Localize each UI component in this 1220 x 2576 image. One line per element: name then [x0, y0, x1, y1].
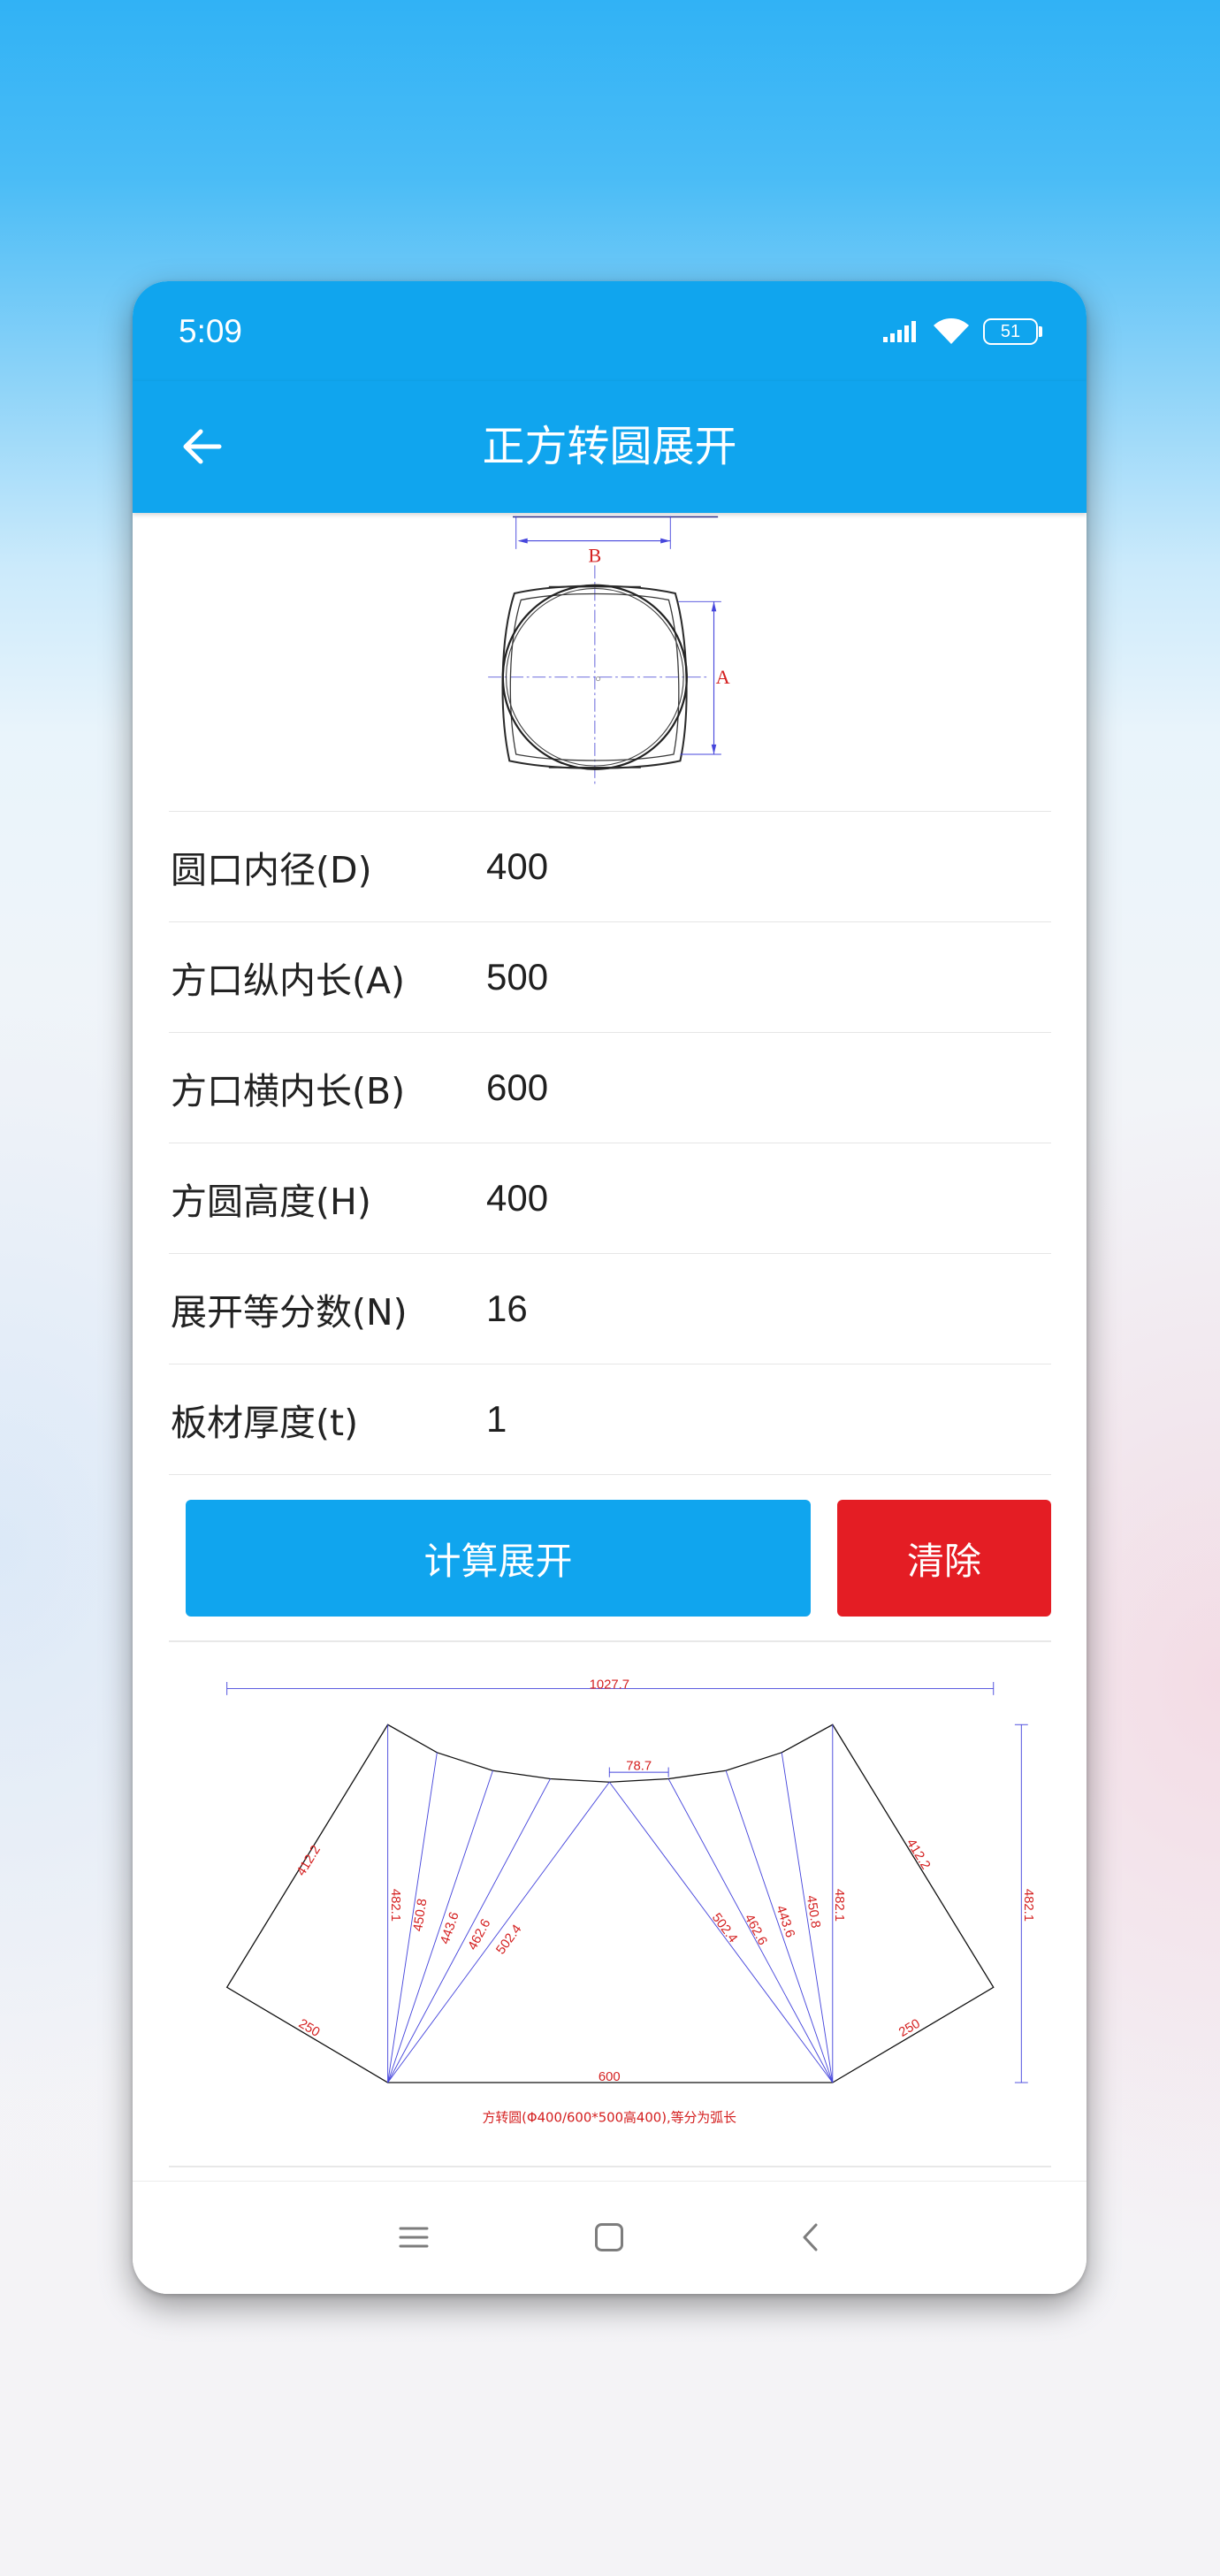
fan-label-left-1: 482.1 — [388, 1889, 402, 1922]
dimension-b-label: B — [588, 545, 601, 567]
square-to-round-section-diagram: B A — [488, 516, 730, 786]
fan-label-right-5: 482.1 — [832, 1889, 846, 1922]
clear-button[interactable]: 清除 — [837, 1500, 1051, 1617]
status-time: 5:09 — [179, 313, 243, 349]
system-back-button[interactable] — [783, 2211, 836, 2264]
arrowhead — [517, 538, 528, 544]
height-label: 482.1 — [1021, 1889, 1035, 1922]
field-label: 方圆高度(H) — [171, 1181, 371, 1223]
form-row-divisions: 展开等分数(N) — [169, 1253, 1051, 1364]
unfolded-pattern-drawing: 1027.7 78.7 482.1 600 412.2 412.2 250 25… — [225, 1678, 1035, 2126]
fan-label-left-5: 502.4 — [494, 1922, 525, 1957]
divider — [169, 1640, 1051, 1642]
form-row-thickness: 板材厚度(t) — [169, 1364, 1051, 1475]
fan-label-left-4: 462.6 — [466, 1917, 494, 1953]
field-label: 圆口内径(D) — [171, 849, 372, 891]
system-navigation-bar — [133, 2181, 1087, 2294]
battery-nub — [1039, 326, 1042, 337]
left-side-label: 412.2 — [294, 1843, 324, 1878]
page-title: 正方转圆展开 — [482, 422, 737, 471]
thickness-input[interactable] — [486, 1398, 1017, 1441]
fan-label-left-2: 450.8 — [411, 1898, 430, 1932]
center-mark — [595, 676, 601, 682]
right-bottom-label: 250 — [896, 2017, 922, 2040]
fan-label-left-3: 443.6 — [438, 1910, 462, 1945]
fan-line-left-4 — [387, 1778, 551, 2083]
arrow-left-icon — [183, 429, 222, 464]
base-label: 600 — [599, 2070, 621, 2084]
form-row-square-length-b: 方口横内长(B) — [169, 1032, 1051, 1143]
fan-label-right-1: 502.4 — [709, 1911, 740, 1945]
battery-level: 51 — [1000, 322, 1021, 341]
pattern-outline — [225, 1724, 995, 2083]
square-length-a-input[interactable] — [486, 956, 1017, 998]
fan-label-right-3: 443.6 — [773, 1904, 797, 1939]
form-row-height: 方圆高度(H) — [169, 1143, 1051, 1253]
arrowhead — [711, 601, 717, 612]
field-label: 方口纵内长(A) — [171, 959, 406, 1002]
fan-label-right-2: 462.6 — [742, 1912, 770, 1947]
height-input[interactable] — [486, 1177, 1017, 1219]
arrowhead — [711, 744, 717, 754]
right-side-label: 412.2 — [904, 1837, 933, 1872]
recent-apps-button[interactable] — [387, 2211, 440, 2264]
battery-icon: 51 — [983, 318, 1038, 345]
status-bar: 5:09 51 — [133, 281, 1087, 381]
fan-line-left-5 — [387, 1781, 610, 2083]
field-label: 方口横内长(B) — [171, 1070, 406, 1112]
home-button[interactable] — [583, 2211, 636, 2264]
fan-label-right-4: 450.8 — [804, 1894, 822, 1929]
overall-width-label: 1027.7 — [590, 1678, 629, 1692]
divisions-input[interactable] — [486, 1288, 1017, 1330]
field-label: 展开等分数(N) — [171, 1291, 408, 1334]
form-row-square-length-a: 方口纵内长(A) — [169, 921, 1051, 1032]
arc-chord-label: 78.7 — [626, 1759, 652, 1773]
home-icon — [595, 2223, 623, 2251]
drawing-caption: 方转圆(Φ400/600*500高400),等分为弧长 — [483, 2110, 736, 2126]
back-button[interactable] — [172, 417, 232, 477]
menu-icon — [399, 2227, 429, 2248]
parameter-form: 圆口内径(D) 方口纵内长(A) 方口横内长(B) 方圆高度(H) 展开等分数(… — [169, 811, 1051, 1475]
left-bottom-label: 250 — [296, 2017, 322, 2040]
dimension-a-label: A — [716, 666, 730, 688]
calculate-button[interactable]: 计算展开 — [186, 1500, 811, 1617]
wifi-icon — [934, 318, 969, 344]
chevron-left-icon — [803, 2223, 818, 2251]
divider — [169, 2166, 1051, 2167]
phone-screen: 5:09 51 正方转圆展开 B A 圆口内径(D) 400 方口纵内长(A) … — [133, 281, 1087, 2294]
arrowhead — [660, 538, 671, 544]
field-label: 板材厚度(t) — [171, 1402, 359, 1444]
round-diameter-input[interactable] — [486, 845, 1017, 888]
signal-icon — [883, 321, 916, 342]
square-length-b-input[interactable] — [486, 1066, 1017, 1109]
form-row-round-diameter: 圆口内径(D) — [169, 811, 1051, 921]
app-header: 正方转圆展开 — [133, 381, 1087, 513]
